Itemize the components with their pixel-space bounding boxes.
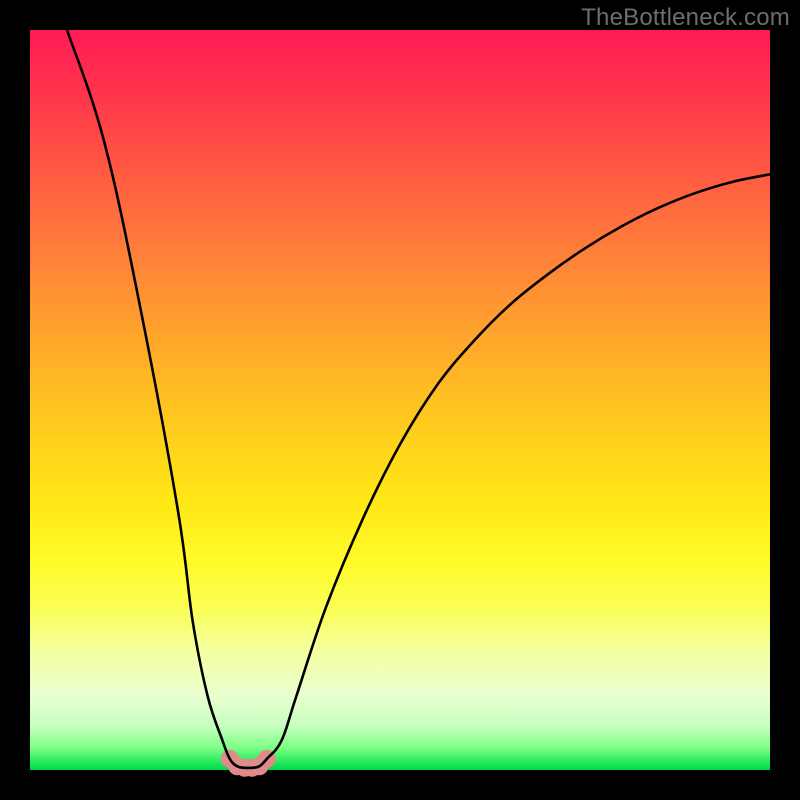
plot-area — [30, 30, 770, 770]
watermark-text: TheBottleneck.com — [581, 4, 790, 32]
chart-frame: TheBottleneck.com — [0, 0, 800, 800]
min-marker — [221, 750, 276, 777]
bottleneck-curve — [67, 30, 770, 768]
curve-layer — [30, 30, 770, 770]
